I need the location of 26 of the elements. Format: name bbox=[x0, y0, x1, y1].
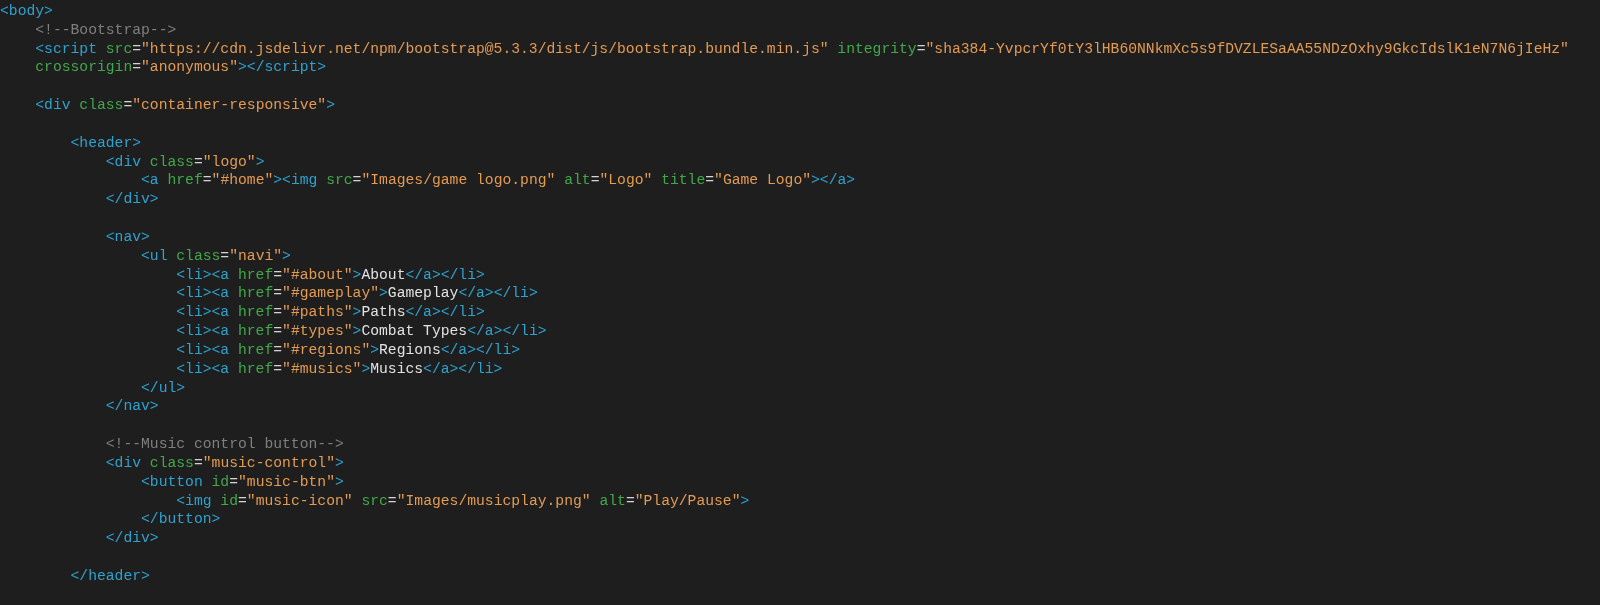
code-line: crossorigin="anonymous"></script> bbox=[35, 58, 327, 78]
code-line: <a href="#home"><img src="Images/game logo.png" alt="Logo" title="Game Logo"></a> bbox=[141, 171, 856, 191]
code-line: <nav> bbox=[105, 227, 150, 247]
code-line: <li><a href="#musics">Musics</a></li> bbox=[176, 359, 503, 379]
code-line: <li><a href="#gameplay">Gameplay</a></li> bbox=[176, 284, 538, 304]
code-line: </div> bbox=[105, 190, 159, 210]
code-line: <body> bbox=[0, 2, 53, 21]
code-line: </div> bbox=[105, 529, 159, 548]
code-line: <button id="music-btn"> bbox=[141, 472, 344, 492]
code-line: </button> bbox=[141, 510, 221, 530]
code-line: <header> bbox=[70, 133, 141, 153]
code-line: </header> bbox=[70, 566, 150, 586]
code-line: <!--Bootstrap--> bbox=[35, 20, 177, 40]
code-line: <div class="logo"> bbox=[105, 152, 265, 172]
code-line: <li><a href="#types">Combat Types</a></li> bbox=[176, 322, 547, 341]
code-line: <div class="container-responsive"> bbox=[35, 96, 335, 115]
code-line: </ul> bbox=[141, 378, 186, 398]
code-line: <script src="https://cdn.jsdelivr.net/npm/bootstrap@5.3.3/dist/js/bootstrap.bundle.min.js" integrity="sha384-YvpcrYf0tY3lHB60NNkmXc5s9fDVZLESaAA55NDzOxhy9GkcIdslK1eN7N6jIeHz" bbox=[35, 39, 1569, 59]
code-line: <li><a href="#about">About</a></li> bbox=[176, 265, 485, 285]
code-line: <ul class="navi"> bbox=[141, 246, 291, 266]
code-line: <div class="music-control"> bbox=[105, 453, 344, 473]
code-line: <li><a href="#regions">Regions</a></li> bbox=[176, 340, 521, 360]
code-line: <img id="music-icon" src="Images/musicplay.png" alt="Play/Pause"> bbox=[176, 491, 750, 511]
code-line: <li><a href="#paths">Paths</a></li> bbox=[176, 303, 485, 323]
code-line: </nav> bbox=[105, 397, 159, 417]
code-line: <!--Music control button--> bbox=[105, 435, 344, 454]
